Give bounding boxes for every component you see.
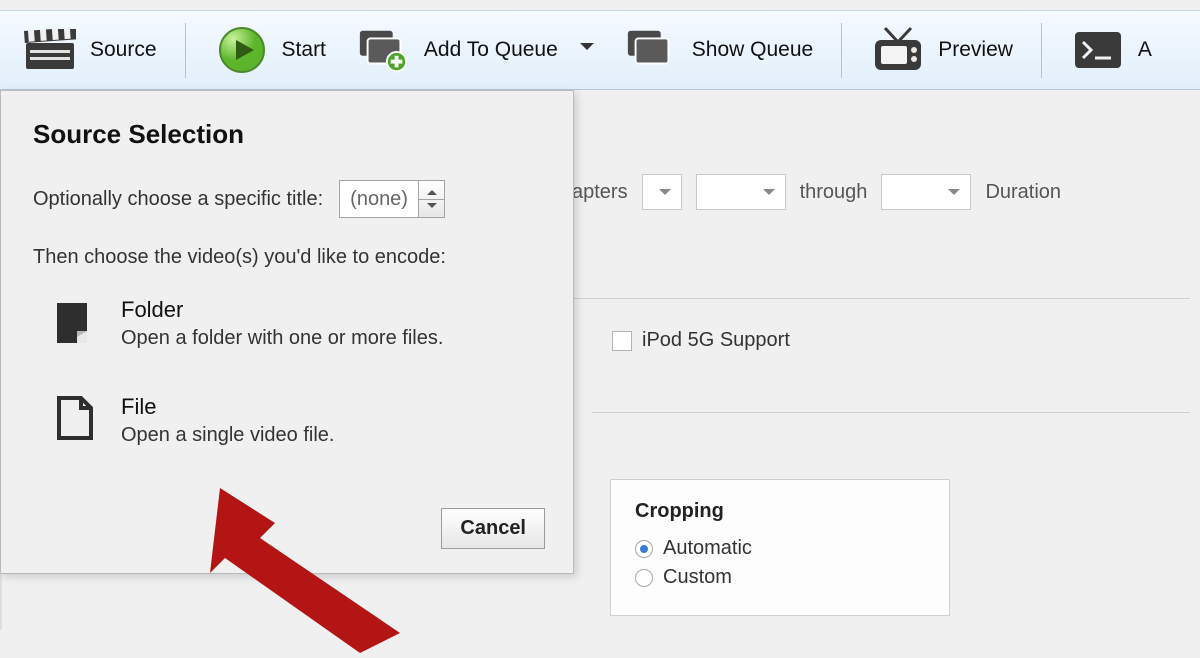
cropping-custom-label: Custom <box>663 566 732 589</box>
play-icon <box>214 27 270 73</box>
ipod-checkbox[interactable] <box>612 331 632 351</box>
spinner-down[interactable] <box>419 200 444 218</box>
radio-custom[interactable] <box>635 569 653 587</box>
file-title: File <box>121 394 334 420</box>
toolbar-separator <box>1041 23 1042 78</box>
start-button[interactable]: Start <box>204 21 336 79</box>
spinner-buttons <box>418 181 444 217</box>
chevron-down-icon <box>580 43 594 57</box>
source-label: Source <box>90 38 157 62</box>
popup-title: Source Selection <box>33 119 541 150</box>
cropping-title: Cropping <box>635 500 925 523</box>
activity-label: A <box>1138 38 1152 62</box>
toolbar-separator <box>185 23 186 78</box>
through-label: through <box>800 181 868 204</box>
cropping-panel: Cropping Automatic Custom <box>610 479 950 616</box>
option-file-text: File Open a single video file. <box>121 394 334 447</box>
chapter-end-dropdown[interactable] <box>881 174 971 210</box>
folder-title: Folder <box>121 297 443 323</box>
tv-icon <box>870 27 926 73</box>
add-queue-label: Add To Queue <box>424 38 558 62</box>
toolbar: Source Start <box>0 10 1200 90</box>
start-label: Start <box>282 38 326 62</box>
ipod-row: iPod 5G Support <box>612 329 1190 352</box>
duration-label: Duration <box>985 181 1061 204</box>
spinner-value: (none) <box>340 181 418 217</box>
preview-button[interactable]: Preview <box>860 21 1023 79</box>
add-to-queue-button[interactable]: Add To Queue <box>346 21 604 79</box>
source-button[interactable]: Source <box>12 21 167 79</box>
cropping-custom-row[interactable]: Custom <box>635 566 925 589</box>
chapter-start-dropdown[interactable] <box>696 174 786 210</box>
divider <box>592 412 1190 413</box>
chevron-up-icon <box>427 185 437 195</box>
show-queue-button[interactable]: Show Queue <box>614 21 823 79</box>
title-spinner[interactable]: (none) <box>339 180 445 218</box>
chapters-label: apters <box>572 181 628 204</box>
option-folder-text: Folder Open a folder with one or more fi… <box>121 297 443 350</box>
then-choose-row: Then choose the video(s) you'd like to e… <box>33 246 541 269</box>
option-folder[interactable]: Folder Open a folder with one or more fi… <box>51 297 541 350</box>
chapter-row: apters through Duration <box>572 174 1190 210</box>
toolbar-separator <box>841 23 842 78</box>
chapters-unit-dropdown[interactable] <box>642 174 682 210</box>
choose-title-row: Optionally choose a specific title: (non… <box>33 180 541 218</box>
cancel-button[interactable]: Cancel <box>441 508 545 549</box>
radio-automatic[interactable] <box>635 540 653 558</box>
then-choose-label: Then choose the video(s) you'd like to e… <box>33 246 446 269</box>
source-selection-popup: Source Selection Optionally choose a spe… <box>0 90 574 574</box>
file-subtitle: Open a single video file. <box>121 424 334 447</box>
folder-subtitle: Open a folder with one or more files. <box>121 327 443 350</box>
queue-icon <box>624 27 680 73</box>
spinner-up[interactable] <box>419 181 444 200</box>
terminal-icon <box>1070 27 1126 73</box>
option-file[interactable]: File Open a single video file. <box>51 394 541 447</box>
clapperboard-icon <box>22 27 78 73</box>
choose-title-label: Optionally choose a specific title: <box>33 188 323 211</box>
show-queue-label: Show Queue <box>692 38 813 62</box>
file-icon <box>51 394 99 442</box>
add-queue-icon <box>356 27 412 73</box>
preview-label: Preview <box>938 38 1013 62</box>
cropping-auto-label: Automatic <box>663 537 752 560</box>
chevron-down-icon <box>427 203 437 213</box>
cropping-auto-row[interactable]: Automatic <box>635 537 925 560</box>
activity-button[interactable]: A <box>1060 21 1162 79</box>
folder-icon <box>51 297 99 345</box>
ipod-label: iPod 5G Support <box>642 329 790 352</box>
